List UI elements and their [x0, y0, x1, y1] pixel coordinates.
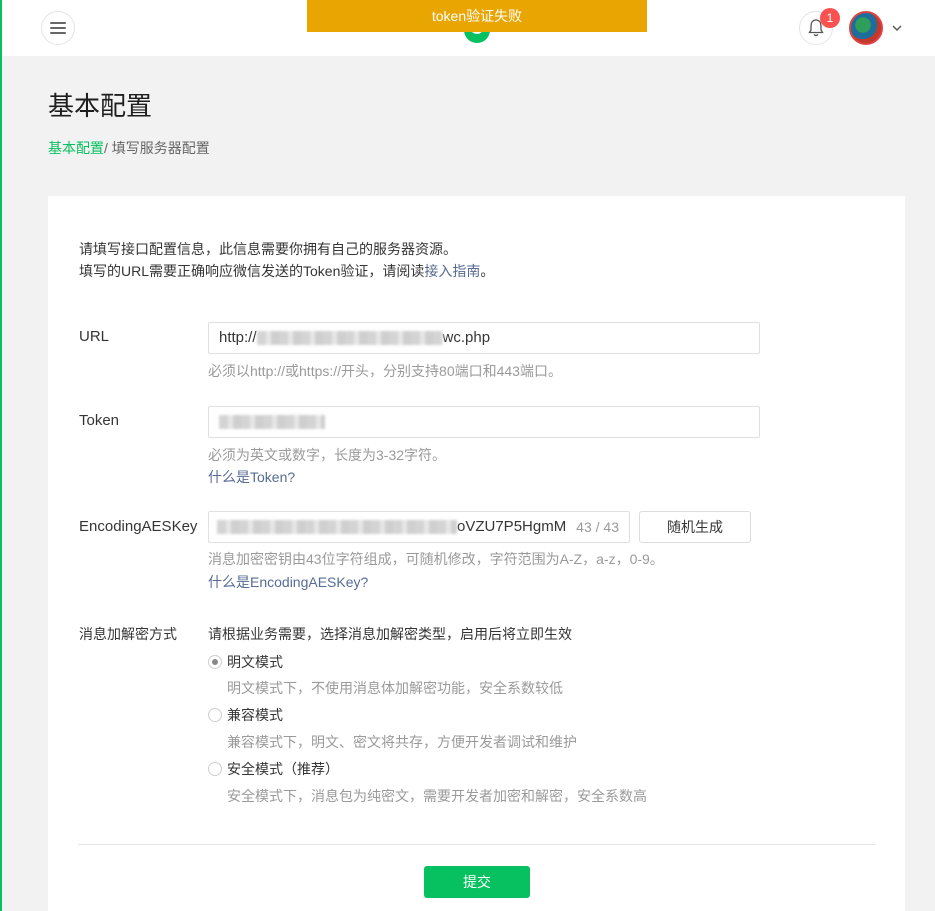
token-input[interactable] — [208, 406, 760, 438]
url-label: URL — [79, 328, 110, 345]
intro-line-1: 请填写接口配置信息，此信息需要你拥有自己的服务器资源。 — [79, 241, 457, 257]
radio-button-checked[interactable] — [208, 655, 222, 669]
page-title: 基本配置 — [48, 91, 153, 121]
url-hint: 必须以http://或https://开头，分别支持80端口和443端口。 — [208, 363, 562, 379]
what-is-aes-key-link[interactable]: 什么是EncodingAESKey? — [208, 572, 368, 592]
radio-plaintext-mode[interactable]: 明文模式 — [208, 652, 283, 672]
intro-text: 请填写接口配置信息，此信息需要你拥有自己的服务器资源。 填写的URL需要正确响应… — [79, 238, 494, 282]
hamburger-icon — [50, 22, 66, 34]
redacted-text — [217, 520, 457, 535]
config-card: 请填写接口配置信息，此信息需要你拥有自己的服务器资源。 填写的URL需要正确响应… — [48, 196, 905, 911]
error-toast: token验证失败 — [307, 0, 647, 32]
encryption-description: 请根据业务需要，选择消息加解密类型，启用后将立即生效 — [208, 626, 572, 642]
random-generate-button[interactable]: 随机生成 — [639, 511, 751, 543]
radio-secure-mode[interactable]: 安全模式（推荐） — [208, 759, 339, 779]
what-is-token-link[interactable]: 什么是Token? — [208, 467, 295, 487]
aes-label: EncodingAESKey — [79, 518, 198, 535]
notification-badge: 1 — [820, 8, 840, 28]
menu-button[interactable] — [41, 11, 75, 45]
intro-line-2: 填写的URL需要正确响应微信发送的Token验证，请阅读接入指南。 — [79, 263, 495, 279]
secure-mode-desc: 安全模式下，消息包为纯密文，需要开发者加密和解密，安全系数高 — [227, 788, 647, 804]
aes-char-count: 43 / 43 — [572, 512, 619, 542]
left-accent-bar — [0, 0, 2, 911]
compatible-mode-desc: 兼容模式下，明文、密文将共存，方便开发者调试和维护 — [227, 734, 577, 750]
aes-key-input[interactable]: oVZU7P5HgmM 43 / 43 — [208, 511, 630, 543]
breadcrumb: 基本配置/ 填写服务器配置 — [48, 138, 210, 158]
redacted-text — [256, 331, 443, 346]
plaintext-mode-desc: 明文模式下，不使用消息体加解密功能，安全系数较低 — [227, 680, 563, 696]
token-label: Token — [79, 412, 120, 429]
submit-button[interactable]: 提交 — [424, 866, 530, 898]
token-hint: 必须为英文或数字，长度为3-32字符。 — [208, 447, 447, 463]
user-avatar[interactable] — [849, 11, 883, 45]
aes-hint: 消息加密密钥由43位字符组成，可随机修改，字符范围为A-Z，a-z，0-9。 — [208, 551, 664, 567]
encryption-label: 消息加解密方式 — [79, 626, 177, 642]
radio-button[interactable] — [208, 708, 222, 722]
redacted-text — [219, 415, 325, 430]
radio-compatible-mode[interactable]: 兼容模式 — [208, 705, 283, 725]
radio-button[interactable] — [208, 762, 222, 776]
access-guide-link[interactable]: 接入指南 — [424, 263, 480, 279]
breadcrumb-current: / 填写服务器配置 — [104, 140, 210, 156]
chevron-down-icon[interactable] — [891, 22, 903, 34]
breadcrumb-link-basic-config[interactable]: 基本配置 — [48, 140, 104, 156]
divider — [78, 844, 876, 845]
url-input[interactable]: http://wc.php — [208, 322, 760, 354]
